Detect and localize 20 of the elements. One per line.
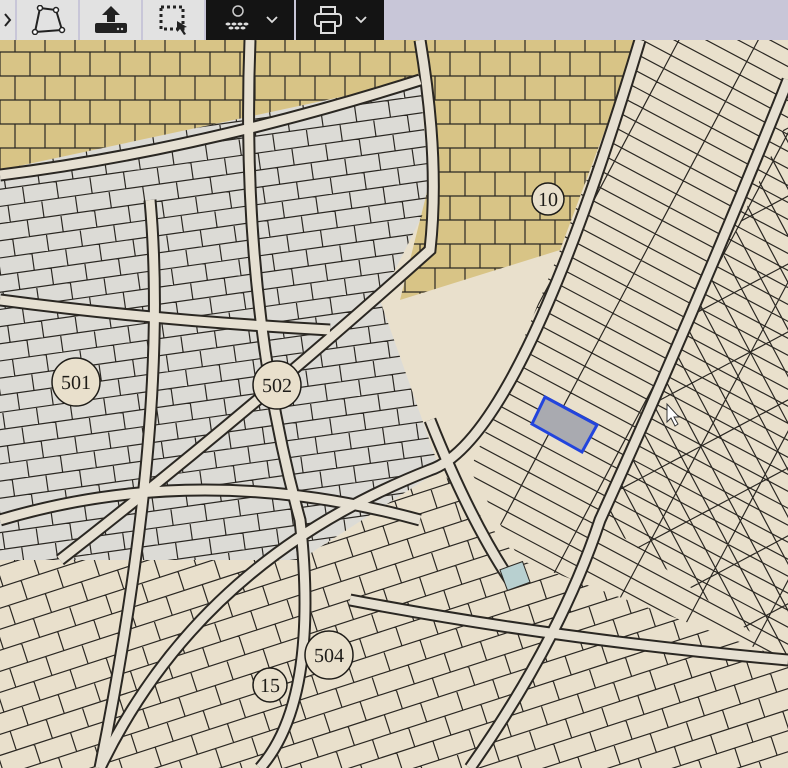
block-label: 502 xyxy=(252,360,302,410)
layers-dropdown[interactable] xyxy=(206,0,294,40)
caret-icon xyxy=(355,16,367,24)
polygon-icon xyxy=(30,5,66,35)
chevron-icon xyxy=(4,13,12,27)
printer-icon xyxy=(313,5,343,35)
block-label: 501 xyxy=(51,357,101,407)
block-label: 504 xyxy=(304,630,354,680)
block-label: 10 xyxy=(531,182,565,216)
caret-icon xyxy=(266,16,278,24)
upload-icon xyxy=(94,5,128,35)
selection-icon xyxy=(158,5,188,35)
select-area-button[interactable] xyxy=(143,0,204,40)
draw-polygon-button[interactable] xyxy=(17,0,78,40)
mouse-cursor-icon xyxy=(666,402,680,427)
print-dropdown[interactable] xyxy=(296,0,384,40)
upload-button[interactable] xyxy=(80,0,141,40)
block-label: 15 xyxy=(252,667,288,703)
selected-parcel[interactable] xyxy=(530,394,600,454)
collapse-button[interactable] xyxy=(0,0,15,40)
